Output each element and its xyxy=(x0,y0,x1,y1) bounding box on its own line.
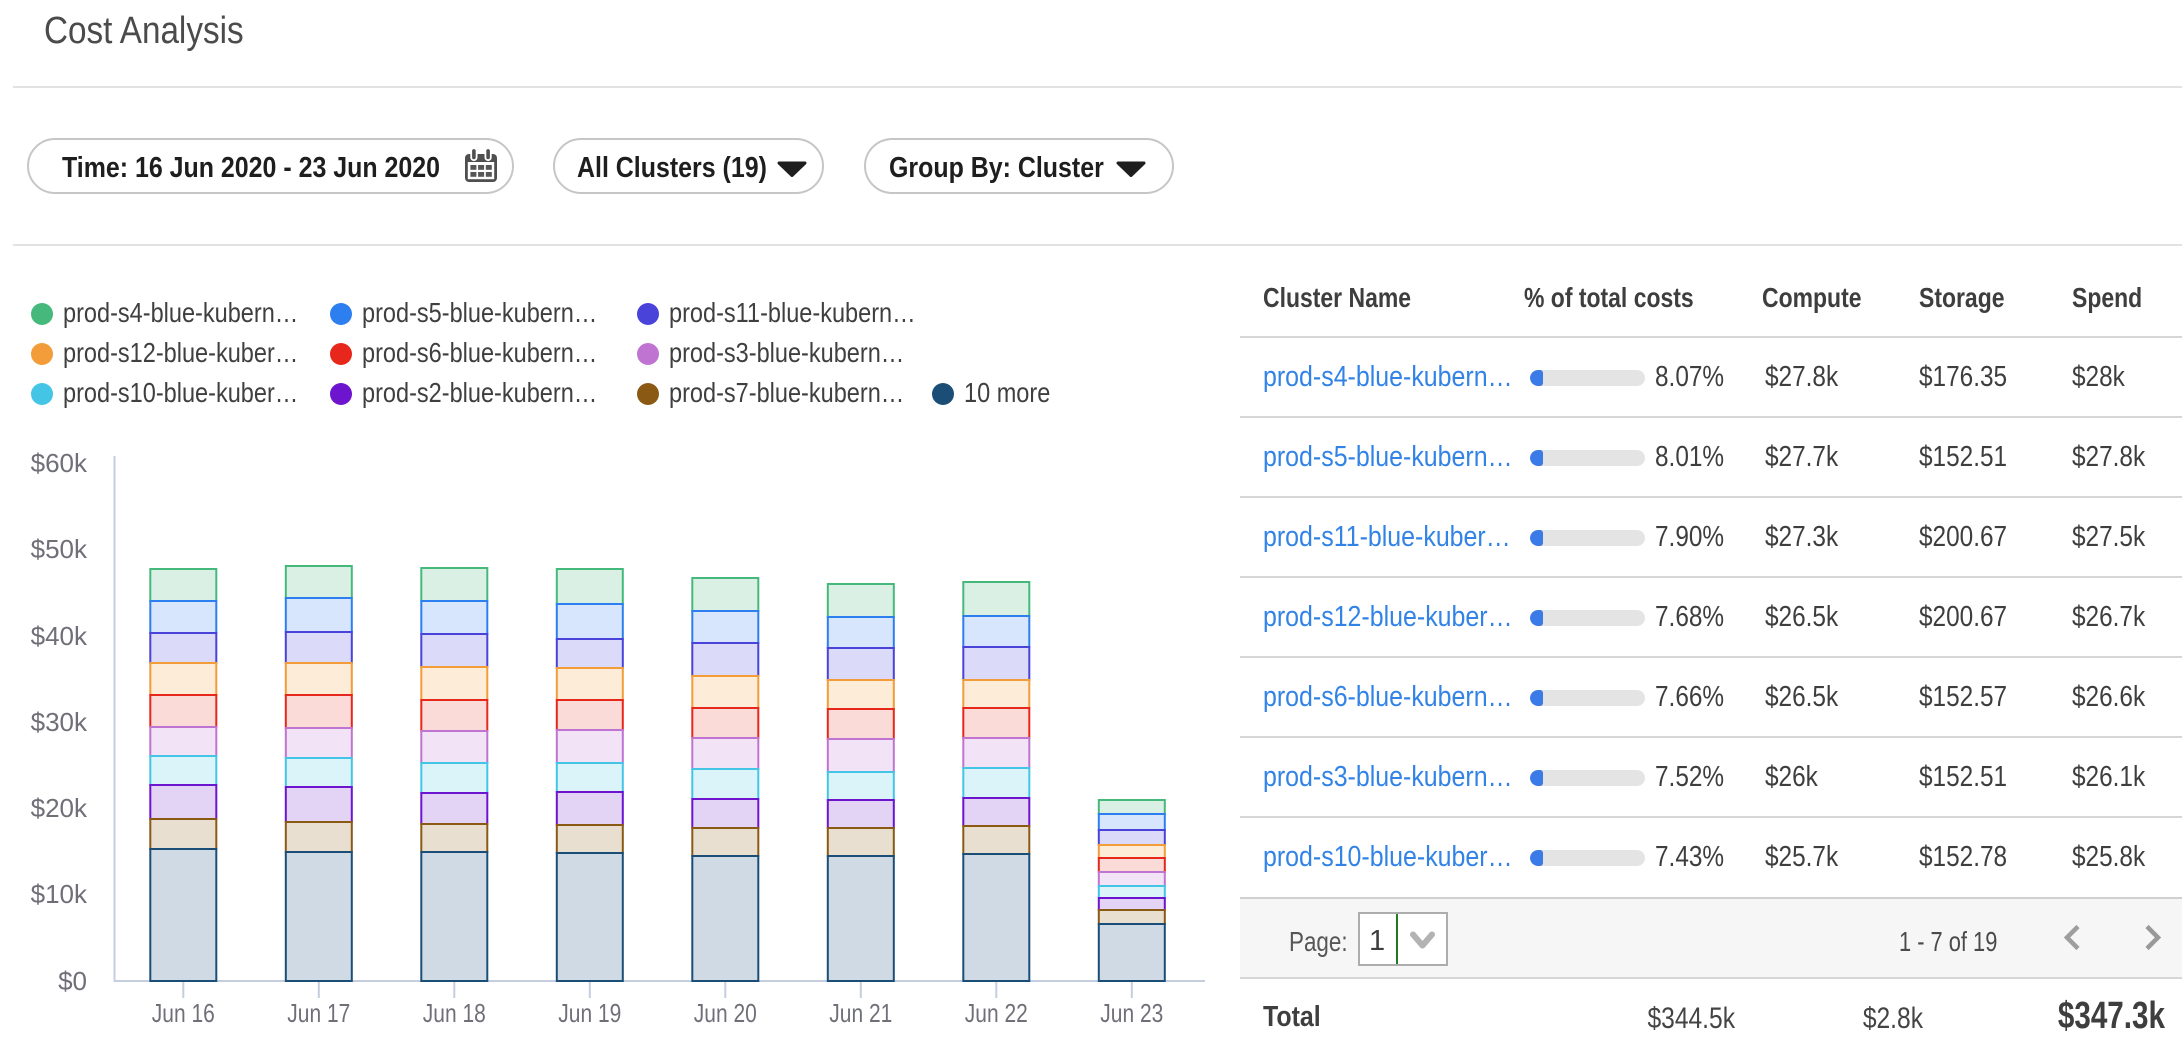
svg-text:$50k: $50k xyxy=(31,534,88,564)
svg-text:$20k: $20k xyxy=(31,793,88,823)
svg-text:Jun 17: Jun 17 xyxy=(287,998,350,1028)
svg-text:$40k: $40k xyxy=(31,621,88,651)
svg-text:Jun 18: Jun 18 xyxy=(423,998,486,1028)
svg-text:Jun 22: Jun 22 xyxy=(965,998,1028,1028)
svg-text:$10k: $10k xyxy=(31,879,88,909)
svg-text:Jun 23: Jun 23 xyxy=(1100,998,1163,1028)
svg-text:Jun 20: Jun 20 xyxy=(694,998,757,1028)
svg-text:$30k: $30k xyxy=(31,707,88,737)
svg-text:Jun 19: Jun 19 xyxy=(558,998,621,1028)
svg-text:$0: $0 xyxy=(58,966,87,996)
svg-text:$60k: $60k xyxy=(31,448,88,478)
svg-text:Jun 21: Jun 21 xyxy=(829,998,892,1028)
svg-text:Jun 16: Jun 16 xyxy=(152,998,215,1028)
